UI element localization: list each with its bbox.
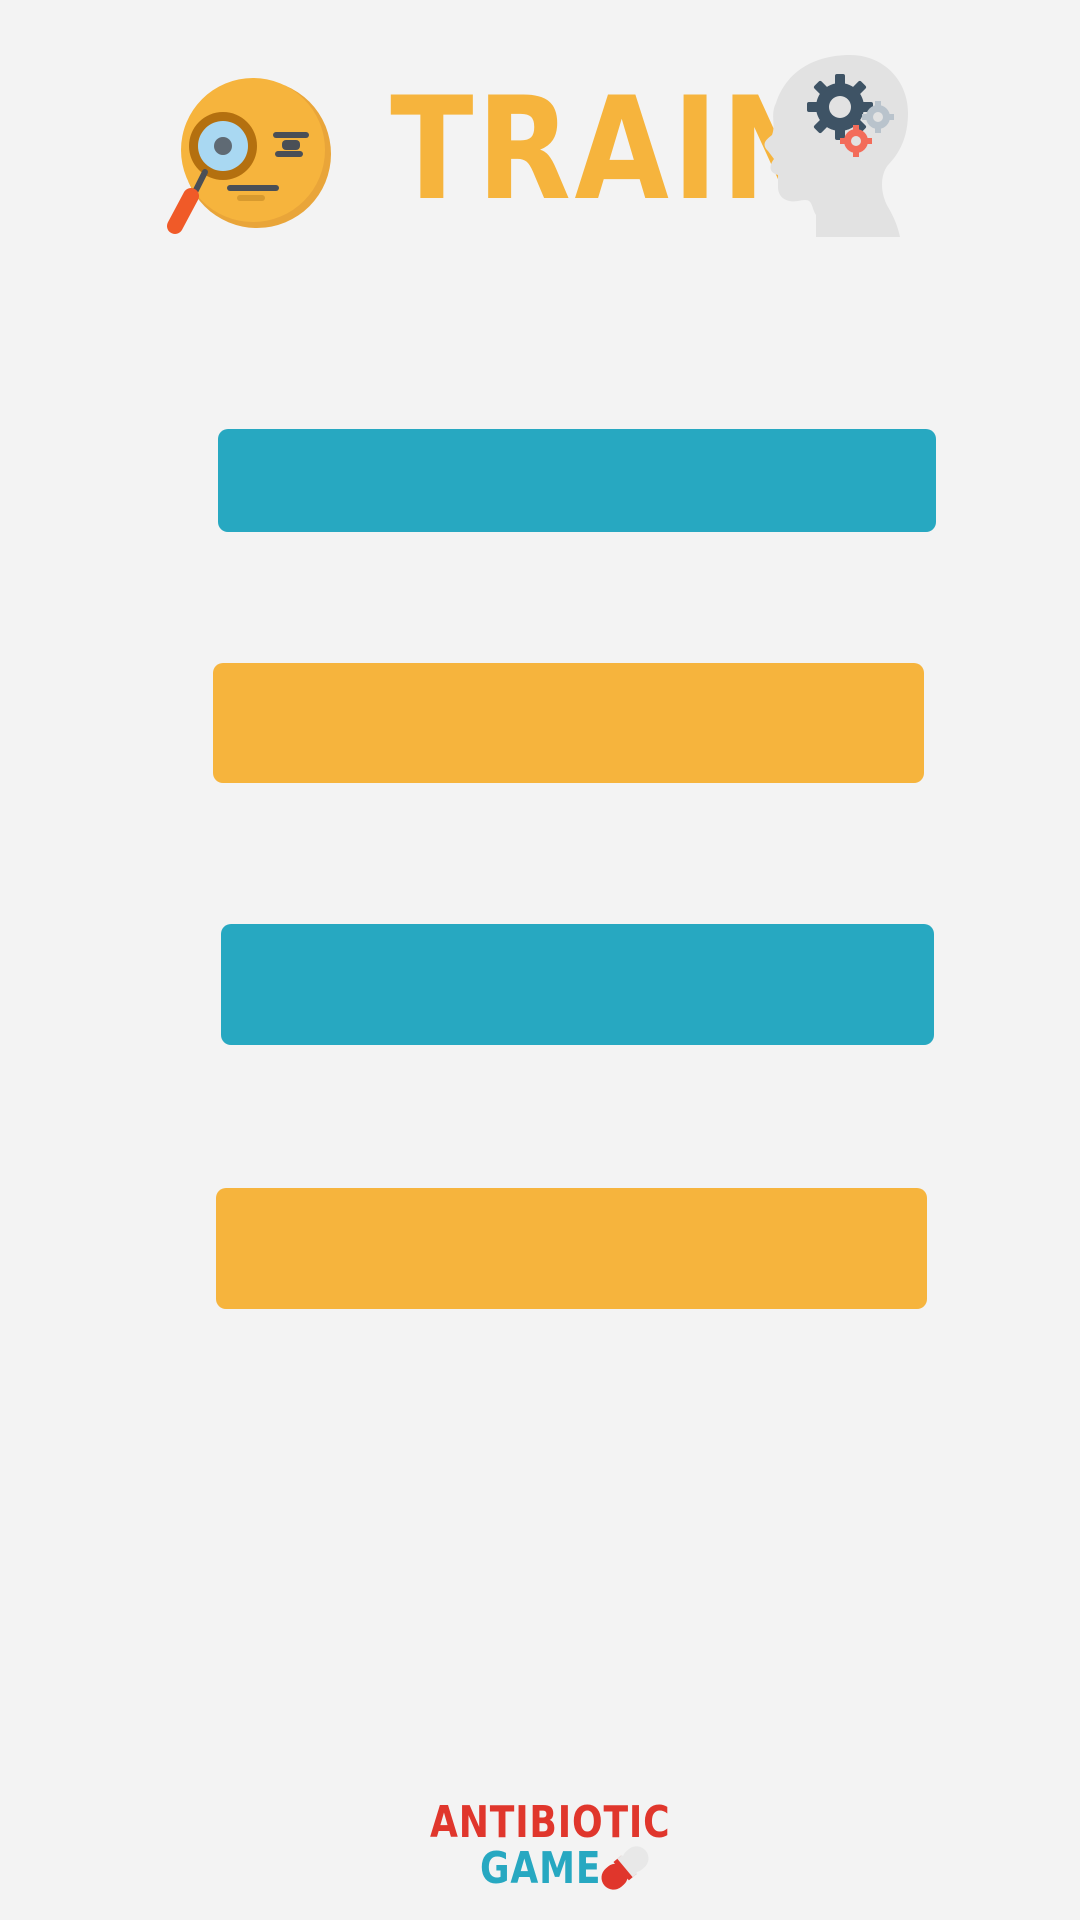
logo-line-2: GAME: [480, 1843, 602, 1894]
monocle-face-icon: [167, 78, 331, 234]
antibiotic-game-logo: ANTIBIOTIC GAME: [425, 1798, 670, 1898]
menu-button-3[interactable]: [221, 924, 934, 1045]
menu-button-2[interactable]: [213, 663, 924, 783]
header: TRAIN: [0, 0, 1080, 260]
menu-button-4[interactable]: [216, 1188, 927, 1309]
menu-button-1[interactable]: [218, 429, 936, 532]
pill-icon: [601, 1846, 649, 1890]
brain-gears-icon: [764, 55, 908, 237]
page-title: TRAIN: [390, 67, 827, 232]
